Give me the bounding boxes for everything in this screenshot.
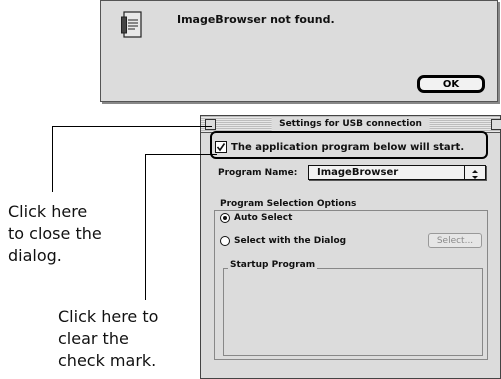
callout-line-check-v [145, 154, 146, 300]
window-close-box[interactable] [205, 119, 216, 130]
window-collapse-box[interactable] [491, 119, 501, 130]
not-found-alert: ImageBrowser not found. OK [100, 0, 498, 102]
callout-close-dialog: Click here to close the dialog. [8, 202, 102, 265]
radio-button-selected[interactable] [220, 213, 230, 223]
select-button[interactable]: Select... [428, 233, 482, 248]
select-button-label: Select... [436, 235, 474, 246]
callout-line-close-v [52, 126, 53, 192]
radio-select-with-dialog[interactable]: Select with the Dialog [220, 236, 346, 246]
callout-line-close-h [52, 126, 212, 127]
start-program-checkbox-label: The application program below will start… [231, 141, 465, 153]
ok-button-label: OK [442, 78, 460, 90]
radio-select-with-dialog-label: Select with the Dialog [234, 236, 347, 246]
radio-auto-select[interactable]: Auto Select [220, 213, 292, 223]
radio-auto-select-label: Auto Select [234, 213, 293, 223]
check-mark-icon [216, 143, 226, 152]
alert-message: ImageBrowser not found. [177, 13, 335, 26]
window-title: Settings for USB connection [271, 117, 430, 131]
program-name-label: Program Name: [218, 168, 298, 178]
selection-options-label: Program Selection Options [218, 199, 359, 209]
start-program-checkbox-row[interactable]: The application program below will start… [215, 141, 464, 153]
ok-button[interactable]: OK [417, 75, 485, 93]
startup-program-group [223, 268, 483, 356]
startup-program-label: Startup Program [228, 260, 318, 270]
start-program-checkbox[interactable] [215, 141, 227, 153]
program-name-value: ImageBrowser [317, 167, 399, 178]
callout-clear-check: Click here to clear the check mark. [58, 307, 159, 370]
radio-button-unselected[interactable] [220, 236, 230, 246]
settings-window: Settings for USB connection The applicat… [200, 115, 501, 379]
program-name-popup[interactable]: ImageBrowser [308, 165, 486, 180]
popup-arrows-icon [464, 166, 485, 179]
alert-document-icon [121, 11, 143, 39]
callout-line-check-h [145, 154, 217, 155]
